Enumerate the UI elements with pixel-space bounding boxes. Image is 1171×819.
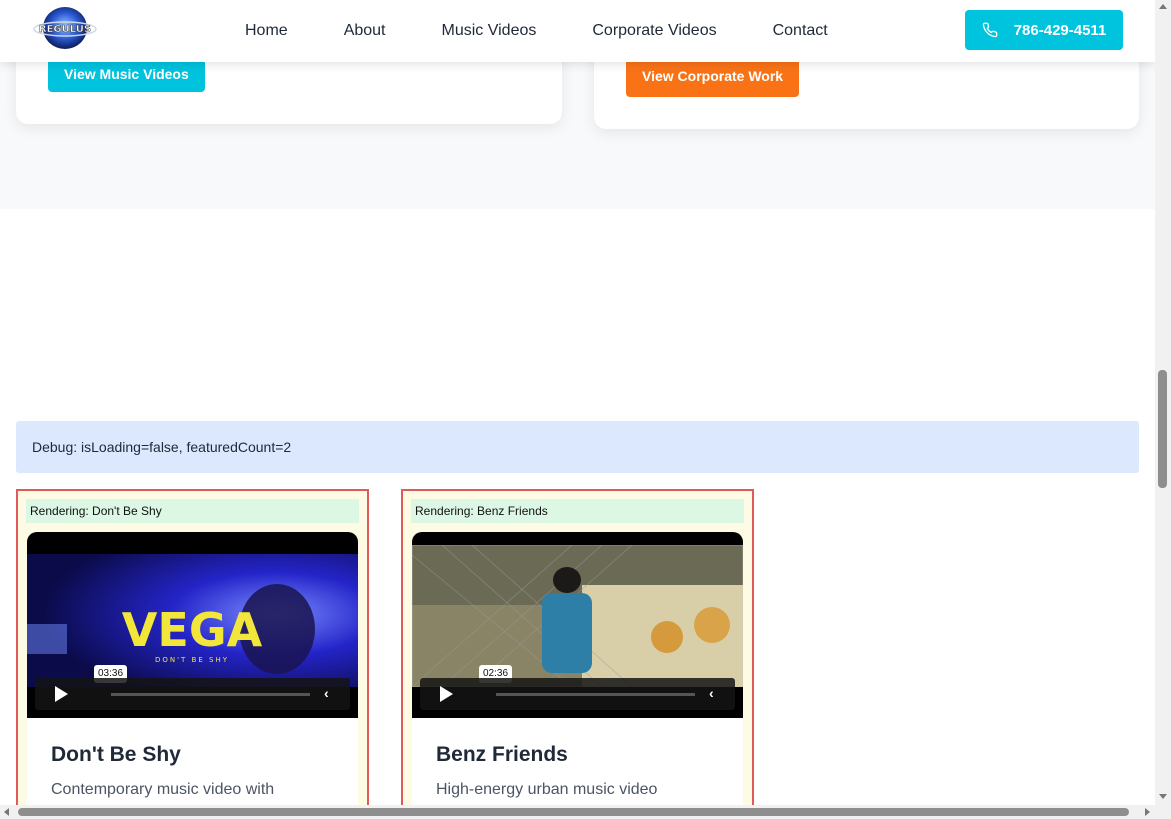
view-corporate-work-button[interactable]: View Corporate Work (626, 56, 800, 97)
video-controls: ‹ (35, 678, 350, 710)
horizontal-scroll-thumb[interactable] (18, 808, 1129, 816)
site-header: REGULUS Home About Music Videos Corporat… (0, 0, 1155, 62)
video-thumbnail (412, 545, 743, 687)
video-player[interactable]: 02:36 ‹ (412, 532, 743, 718)
video-title: Benz Friends (436, 743, 568, 766)
nav-home[interactable]: Home (245, 22, 288, 40)
video-card-inner: VEGA DON'T BE SHY 03:36 ‹ Don't Be Shy C… (27, 532, 358, 805)
vertical-scroll-thumb[interactable] (1158, 370, 1167, 488)
horizontal-scrollbar[interactable] (0, 805, 1171, 819)
render-label: Rendering: Don't Be Shy (26, 499, 359, 523)
site-logo[interactable]: REGULUS (32, 5, 98, 51)
debug-banner: Debug: isLoading=false, featuredCount=2 (16, 421, 1139, 473)
video-thumbnail: VEGA DON'T BE SHY (27, 554, 358, 687)
video-description: High-energy urban music video (436, 781, 658, 798)
chevron-left-icon[interactable]: ‹ (324, 685, 329, 701)
featured-video-card: Rendering: Benz Friends 02:36 ‹ Benz Fri… (401, 489, 754, 805)
phone-button[interactable]: 786-429-4511 (965, 10, 1123, 50)
video-controls: ‹ (420, 678, 735, 710)
nav-contact[interactable]: Contact (773, 22, 828, 40)
phone-icon (982, 22, 998, 38)
video-card-inner: 02:36 ‹ Benz Friends High-energy urban m… (412, 532, 743, 805)
progress-track[interactable] (496, 693, 695, 696)
scroll-right-icon[interactable] (1145, 808, 1150, 816)
svg-text:REGULUS: REGULUS (39, 24, 91, 35)
scroll-down-icon[interactable] (1159, 794, 1167, 799)
phone-number: 786-429-4511 (1013, 21, 1107, 39)
video-title: Don't Be Shy (51, 743, 181, 766)
featured-video-card: Rendering: Don't Be Shy VEGA DON'T BE SH… (16, 489, 369, 805)
render-label: Rendering: Benz Friends (411, 499, 744, 523)
thumb-subtitle: DON'T BE SHY (155, 656, 229, 664)
nav-music-videos[interactable]: Music Videos (442, 22, 537, 40)
nav-corporate-videos[interactable]: Corporate Videos (592, 22, 716, 40)
play-icon[interactable] (440, 686, 453, 702)
nav-about[interactable]: About (344, 22, 386, 40)
page-viewport: View Music Videos View Corporate Work RE… (0, 0, 1155, 805)
play-icon[interactable] (55, 686, 68, 702)
scroll-up-icon[interactable] (1159, 4, 1167, 9)
scroll-left-icon[interactable] (4, 808, 9, 816)
video-player[interactable]: VEGA DON'T BE SHY 03:36 ‹ (27, 532, 358, 718)
progress-track[interactable] (111, 693, 310, 696)
main-nav: Home About Music Videos Corporate Videos… (245, 0, 828, 62)
video-description: Contemporary music video with (51, 781, 275, 798)
chevron-left-icon[interactable]: ‹ (709, 685, 714, 701)
vertical-scrollbar[interactable] (1155, 0, 1171, 805)
thumb-title: VEGA (122, 603, 263, 657)
